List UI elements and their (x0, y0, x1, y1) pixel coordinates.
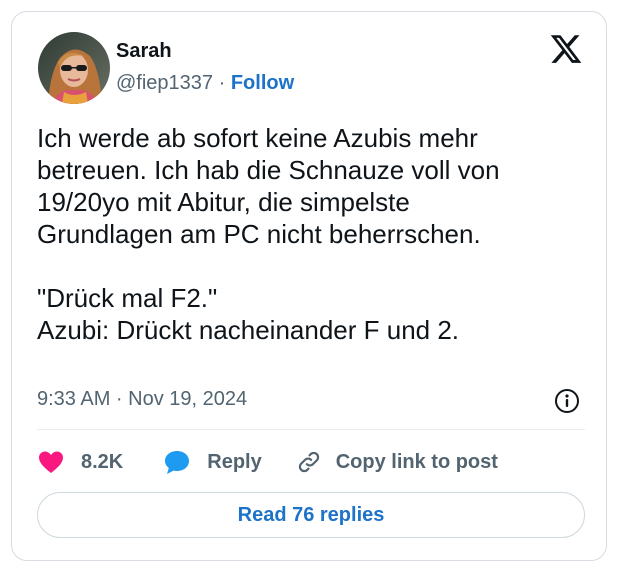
tweet-line: Grundlagen am PC nicht beherrschen. (37, 219, 481, 249)
tweet-line: "Drück mal F2." (37, 283, 218, 313)
follow-button[interactable]: Follow (231, 72, 294, 94)
link-icon (296, 449, 322, 475)
info-icon[interactable] (554, 388, 580, 414)
tweet-line: 19/20yo mit Abitur, die simpelste (37, 187, 410, 217)
copy-link-label: Copy link to post (335, 450, 498, 473)
x-logo-icon[interactable] (549, 32, 583, 66)
reply-button[interactable]: Reply (163, 449, 262, 475)
tweet-timestamp[interactable]: 9:33 AM · Nov 19, 2024 (37, 387, 247, 411)
speech-bubble-icon (163, 449, 191, 475)
read-replies-button[interactable]: Read 76 replies (37, 492, 585, 538)
tweet-line: Ich werde ab sofort keine Azubis mehr (37, 123, 478, 153)
reply-label: Reply (207, 450, 262, 473)
divider (37, 429, 585, 430)
heart-icon (37, 449, 65, 475)
copy-link-button[interactable]: Copy link to post (296, 449, 498, 475)
avatar[interactable] (38, 32, 110, 104)
tweet-line: betreuen. Ich hab die Schnauze voll von (37, 155, 500, 185)
action-bar: 8.2K Reply Copy link to post (37, 447, 498, 477)
separator-dot: · (218, 72, 226, 94)
tweet-text: Ich werde ab sofort keine Azubis mehr be… (37, 122, 587, 346)
like-button[interactable]: 8.2K (37, 449, 123, 475)
like-count: 8.2K (81, 450, 124, 473)
tweet-card: Sarah @fiep1337 · Follow Ich werde ab so… (11, 11, 607, 561)
tweet-line: Azubi: Drückt nacheinander F und 2. (37, 315, 460, 345)
author-handle[interactable]: @fiep1337 (116, 72, 213, 94)
author-name[interactable]: Sarah (116, 39, 172, 63)
author-handle-row: @fiep1337 · Follow (116, 71, 294, 95)
